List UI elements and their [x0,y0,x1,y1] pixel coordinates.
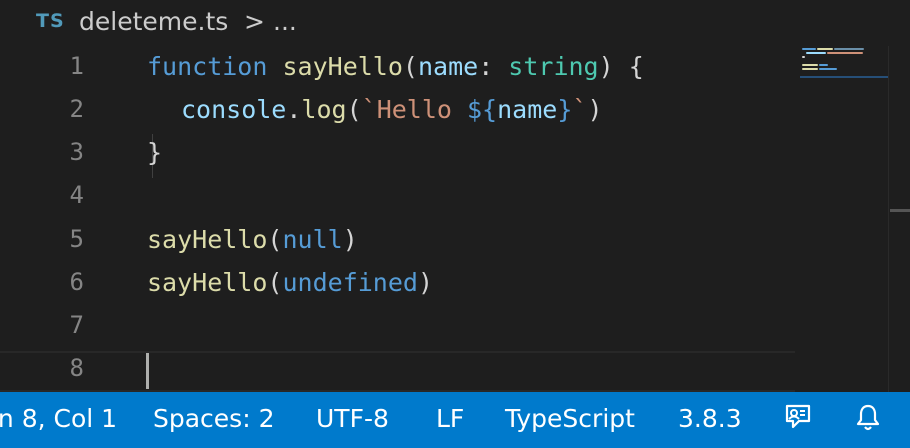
line-content: function sayHello(name: string) { [147,52,644,81]
breadcrumb: TS deleteme.ts > ... [0,0,910,46]
paren-token: ( [267,268,283,297]
language-mode-item[interactable]: TypeScript [505,404,635,433]
minimap-line [802,56,805,58]
vertical-scrollbar-track[interactable] [888,46,889,392]
minimap-line [819,68,837,70]
paren-token: ( [402,52,418,81]
method-token: log [301,95,347,124]
line-number: 4 [69,181,84,209]
string-token: `Hello [361,95,467,124]
line-number: 3 [69,138,84,166]
colon-token: : [478,52,509,81]
minimap-line [817,48,833,50]
end-of-line-item[interactable]: LF [436,404,464,433]
minimap-line [802,68,818,70]
function-name-token: sayHello [282,52,403,81]
line-number: 5 [69,225,84,253]
text-cursor [146,353,149,389]
string-token: ` [572,95,588,124]
brace-token: } [147,138,163,167]
encoding-item[interactable]: UTF-8 [316,404,389,433]
code-line[interactable]: 8 [0,348,800,391]
null-token: null [282,225,343,254]
code-line[interactable]: 4 [0,175,800,218]
line-number: 8 [69,354,84,382]
line-content: sayHello(undefined) [147,268,433,297]
minimap-line [819,64,828,66]
minimap-cursor-line [800,76,888,78]
line-content: } [147,138,162,167]
code-editor[interactable]: 1 function sayHello(name: string) { 2 co… [0,46,910,392]
code-line[interactable]: 5 sayHello(null) [0,219,800,262]
minimap-line [834,48,864,50]
line-content: sayHello(null) [147,225,358,254]
interpolation-close-token: } [557,95,573,124]
status-bar: Ln 8, Col 1 Spaces: 2 UTF-8 LF TypeScrip… [0,392,910,448]
dot-token: . [286,95,302,124]
indentation-item[interactable]: Spaces: 2 [153,404,274,433]
code-line[interactable]: 6 sayHello(undefined) [0,262,800,305]
paren-token: ( [267,225,283,254]
undefined-token: undefined [282,268,418,297]
overview-ruler-cursor [890,209,910,212]
breadcrumb-file[interactable]: deleteme.ts [79,7,228,36]
paren-token: ( [346,95,362,124]
feedback-icon[interactable] [783,402,813,440]
chevron-right-icon: > [244,7,265,36]
type-token: string [508,52,599,81]
paren-token: ) [417,268,434,297]
object-token: console [181,95,287,124]
breadcrumb-symbols[interactable]: ... [273,7,297,36]
line-number: 2 [69,95,84,123]
interpolation-open-token: ${ [467,95,498,124]
line-number: 1 [69,52,84,80]
keyword-token: function [147,52,268,81]
paren-token: ) [587,95,603,124]
function-call-token: sayHello [147,268,268,297]
code-line[interactable]: 7 [0,305,800,348]
line-content: console.log(`Hello ${name}`) [181,95,603,124]
minimap-line [802,48,816,50]
code-line[interactable]: 2 console.log(`Hello ${name}`) [0,89,800,132]
bell-icon[interactable] [854,402,882,440]
line-number: 7 [69,311,84,339]
line-number: 6 [69,268,84,296]
minimap-line [802,64,818,66]
code-line[interactable]: 3 } [0,132,800,175]
parameter-token: name [497,95,558,124]
code-line[interactable]: 1 function sayHello(name: string) { [0,46,800,89]
minimap-line [827,52,863,54]
cursor-position-item[interactable]: Ln 8, Col 1 [0,404,117,433]
typescript-version-item[interactable]: 3.8.3 [678,404,742,433]
minimap-line [806,52,826,54]
paren-brace-token: ) { [598,52,644,81]
typescript-file-icon: TS [36,10,65,32]
paren-token: ) [342,225,358,254]
parameter-token: name [417,52,479,81]
function-call-token: sayHello [147,225,268,254]
